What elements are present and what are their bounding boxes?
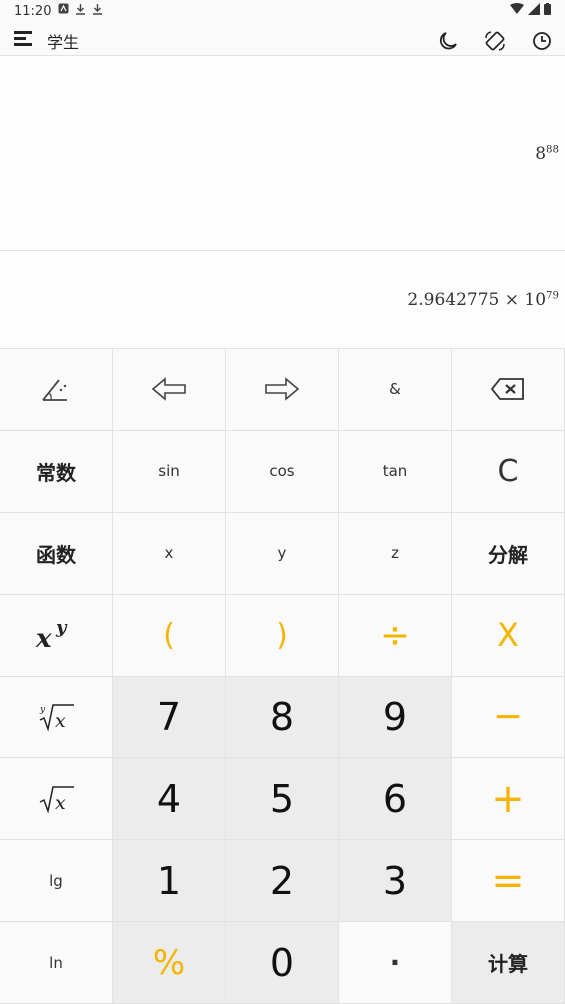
- left-paren-button[interactable]: (: [113, 594, 226, 677]
- equals-button[interactable]: =: [452, 840, 565, 923]
- digit-8-button[interactable]: 8: [226, 676, 339, 759]
- wifi-icon: [510, 3, 524, 14]
- svg-text:y: y: [39, 705, 46, 715]
- download-icon: [76, 4, 85, 15]
- variable-x-button[interactable]: x: [113, 512, 226, 595]
- digit-0-button[interactable]: 0: [226, 922, 339, 1004]
- minus-button[interactable]: −: [452, 676, 565, 759]
- multiply-button[interactable]: X: [452, 594, 565, 677]
- svg-text:x: x: [55, 710, 66, 732]
- dark-mode-icon[interactable]: [437, 30, 459, 52]
- digit-3-button[interactable]: 3: [339, 840, 452, 923]
- arrow-left-icon: [151, 377, 186, 402]
- sqrt-icon: x: [39, 786, 74, 814]
- status-bar: 11:20: [0, 0, 565, 24]
- download-icon-2: [93, 4, 102, 15]
- cursor-right-button[interactable]: [226, 349, 339, 431]
- divide-button[interactable]: ÷: [339, 594, 452, 677]
- cos-button[interactable]: cos: [226, 430, 339, 513]
- nth-root-icon: yx: [39, 704, 74, 732]
- digit-7-button[interactable]: 7: [113, 676, 226, 759]
- angle-icon: [42, 379, 67, 402]
- compute-button[interactable]: 计算: [452, 922, 565, 1004]
- battery-icon: [544, 3, 551, 15]
- result-text: 2.9642775 × 1079: [407, 290, 559, 310]
- digit-6-button[interactable]: 6: [339, 758, 452, 841]
- variable-y-button[interactable]: y: [226, 512, 339, 595]
- expression-text: 888: [535, 144, 559, 164]
- svg-text:x: x: [55, 792, 66, 814]
- svg-text:y: y: [55, 617, 68, 638]
- result-exponent: 79: [546, 290, 559, 302]
- constants-button[interactable]: 常数: [0, 430, 113, 513]
- menu-icon[interactable]: [14, 31, 32, 47]
- backspace-button[interactable]: [452, 349, 565, 431]
- backspace-icon: [490, 378, 524, 401]
- ln-button[interactable]: ln: [0, 922, 113, 1004]
- app-title: 学生: [47, 33, 80, 52]
- tan-button[interactable]: tan: [339, 430, 452, 513]
- digit-5-button[interactable]: 5: [226, 758, 339, 841]
- decimal-point-button[interactable]: ·: [339, 922, 452, 1004]
- signal-icon: [528, 3, 540, 15]
- sqrt-button[interactable]: x: [0, 758, 113, 841]
- power-icon: xy: [35, 617, 68, 653]
- nth-root-button[interactable]: yx: [0, 676, 113, 759]
- svg-text:x: x: [35, 624, 52, 653]
- percent-button[interactable]: %: [113, 922, 226, 1004]
- ampersand-button[interactable]: &: [339, 349, 452, 431]
- result-display: 2.9642775 × 1079: [0, 251, 565, 349]
- digit-2-button[interactable]: 2: [226, 840, 339, 923]
- power-button[interactable]: xy: [0, 594, 113, 677]
- expression-base: 8: [535, 144, 547, 164]
- digit-9-button[interactable]: 9: [339, 676, 452, 759]
- cursor-left-button[interactable]: [113, 349, 226, 431]
- status-time: 11:20: [14, 4, 52, 19]
- angle-unit-button[interactable]: [0, 349, 113, 431]
- result-mantissa: 2.9642775 × 10: [407, 290, 547, 310]
- expression-display[interactable]: 888: [0, 56, 565, 251]
- expression-exponent: 88: [546, 144, 559, 156]
- notification-app-icon: [58, 3, 69, 14]
- history-icon[interactable]: [531, 30, 553, 52]
- sin-button[interactable]: sin: [113, 430, 226, 513]
- functions-button[interactable]: 函数: [0, 512, 113, 595]
- arrow-right-icon: [265, 377, 300, 402]
- plus-button[interactable]: +: [452, 758, 565, 841]
- right-paren-button[interactable]: ): [226, 594, 339, 677]
- digit-1-button[interactable]: 1: [113, 840, 226, 923]
- variable-z-button[interactable]: z: [339, 512, 452, 595]
- keypad: & 常数 sin cos tan C 函数 x y z 分解 xy ( ) ÷ …: [0, 349, 565, 1004]
- clear-button[interactable]: C: [452, 430, 565, 513]
- log10-button[interactable]: lg: [0, 840, 113, 923]
- digit-4-button[interactable]: 4: [113, 758, 226, 841]
- app-bar: 学生: [0, 24, 565, 56]
- factorize-button[interactable]: 分解: [452, 512, 565, 595]
- rotate-screen-icon[interactable]: [484, 30, 506, 52]
